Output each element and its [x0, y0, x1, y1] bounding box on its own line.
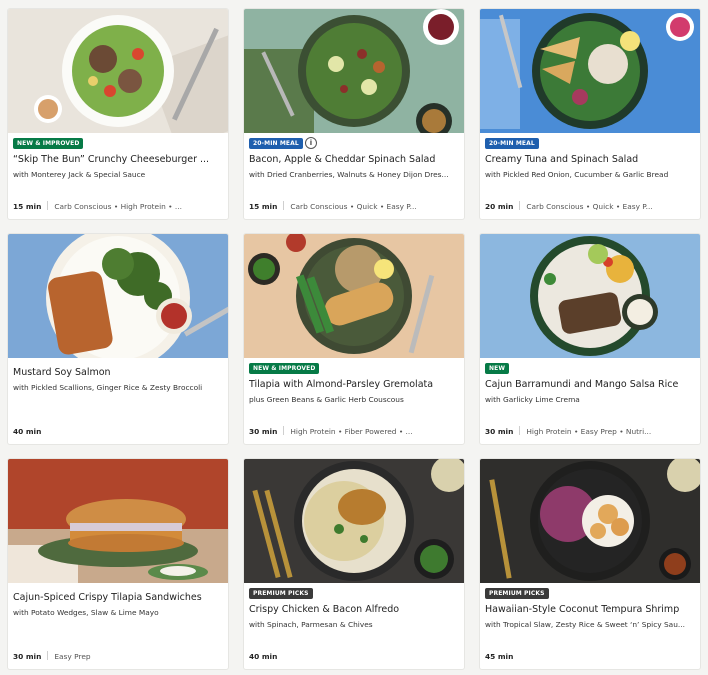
cook-time: 15 min — [249, 202, 278, 211]
cook-time: 30 min — [249, 427, 278, 436]
recipe-footer: 40 min — [13, 426, 222, 438]
recipe-subtitle: with Potato Wedges, Slaw & Lime Mayo — [13, 608, 159, 617]
recipe-tags: Carb Conscious • High Protein • ... — [54, 202, 182, 211]
recipe-image[interactable] — [8, 234, 228, 358]
recipe-subtitle: plus Green Beans & Garlic Herb Couscous — [249, 395, 404, 404]
recipe-title[interactable]: Bacon, Apple & Cheddar Spinach Salad — [249, 154, 458, 166]
divider — [283, 201, 285, 210]
recipe-tags: Carb Conscious • Quick • Easy P... — [290, 202, 417, 211]
divider — [47, 651, 49, 660]
recipe-subtitle: with Pickled Scallions, Ginger Rice & Ze… — [13, 383, 203, 392]
cook-time: 40 min — [13, 427, 42, 436]
recipe-card[interactable]: 20-MIN MEAL i Bacon, Apple & Cheddar Spi… — [244, 9, 464, 219]
recipe-card[interactable]: NEW Cajun Barramundi and Mango Salsa Ric… — [480, 234, 700, 444]
cook-time: 30 min — [485, 427, 514, 436]
recipe-title[interactable]: Cajun-Spiced Crispy Tilapia Sandwiches — [13, 592, 222, 604]
recipe-footer: 40 min — [249, 651, 458, 663]
recipe-footer: 15 min Carb Conscious • High Protein • ..… — [13, 201, 222, 213]
recipe-image[interactable] — [480, 459, 700, 583]
recipe-tags: Carb Conscious • Quick • Easy P... — [526, 202, 653, 211]
recipe-card[interactable]: 20-MIN MEAL Creamy Tuna and Spinach Sala… — [480, 9, 700, 219]
recipe-card[interactable]: PREMIUM PICKS Crispy Chicken & Bacon Alf… — [244, 459, 464, 669]
recipe-image[interactable] — [8, 459, 228, 583]
recipe-card[interactable]: PREMIUM PICKS Hawaiian-Style Coconut Tem… — [480, 459, 700, 669]
recipe-tags: High Protein • Easy Prep • Nutri... — [526, 427, 652, 436]
cook-time: 45 min — [485, 652, 514, 661]
divider — [519, 426, 521, 435]
recipe-badge: 20-MIN MEAL — [249, 138, 303, 149]
recipe-card[interactable]: NEW & IMPROVED “Skip The Bun” Crunchy Ch… — [8, 9, 228, 219]
recipe-footer: 30 min High Protein • Fiber Powered • ... — [249, 426, 458, 438]
info-icon[interactable]: i — [305, 137, 317, 149]
recipe-title[interactable]: Crispy Chicken & Bacon Alfredo — [249, 604, 458, 616]
divider — [519, 201, 521, 210]
recipe-tags: Easy Prep — [54, 652, 91, 661]
recipe-title[interactable]: “Skip The Bun” Crunchy Cheeseburger ... — [13, 154, 222, 166]
recipe-footer: 15 min Carb Conscious • Quick • Easy P... — [249, 201, 458, 213]
recipe-subtitle: with Spinach, Parmesan & Chives — [249, 620, 373, 629]
recipe-footer: 20 min Carb Conscious • Quick • Easy P... — [485, 201, 694, 213]
recipe-footer: 30 min High Protein • Easy Prep • Nutri..… — [485, 426, 694, 438]
recipe-title[interactable]: Creamy Tuna and Spinach Salad — [485, 154, 694, 166]
recipe-title[interactable]: Hawaiian-Style Coconut Tempura Shrimp — [485, 604, 694, 616]
recipe-subtitle: with Garlicky Lime Crema — [485, 395, 580, 404]
recipe-image[interactable] — [244, 234, 464, 358]
recipe-card[interactable]: Cajun-Spiced Crispy Tilapia Sandwiches w… — [8, 459, 228, 669]
cook-time: 20 min — [485, 202, 514, 211]
recipe-title[interactable]: Cajun Barramundi and Mango Salsa Rice — [485, 379, 694, 391]
cook-time: 40 min — [249, 652, 278, 661]
cook-time: 30 min — [13, 652, 42, 661]
recipe-image[interactable] — [480, 234, 700, 358]
recipe-footer: 45 min — [485, 651, 694, 663]
recipe-tags: High Protein • Fiber Powered • ... — [290, 427, 413, 436]
recipe-card[interactable]: NEW & IMPROVED Tilapia with Almond-Parsl… — [244, 234, 464, 444]
recipe-badge: PREMIUM PICKS — [249, 588, 313, 599]
recipe-badge: NEW — [485, 363, 510, 374]
recipe-image[interactable] — [8, 9, 228, 133]
recipe-title[interactable]: Tilapia with Almond-Parsley Gremolata — [249, 379, 458, 391]
recipe-title[interactable]: Mustard Soy Salmon — [13, 367, 222, 379]
recipe-badge: PREMIUM PICKS — [485, 588, 549, 599]
cook-time: 15 min — [13, 202, 42, 211]
recipe-subtitle: with Dried Cranberries, Walnuts & Honey … — [249, 170, 449, 179]
recipe-subtitle: with Pickled Red Onion, Cucumber & Garli… — [485, 170, 669, 179]
recipe-grid: NEW & IMPROVED “Skip The Bun” Crunchy Ch… — [0, 0, 708, 675]
recipe-image[interactable] — [480, 9, 700, 133]
recipe-image[interactable] — [244, 9, 464, 133]
divider — [47, 201, 49, 210]
recipe-image[interactable] — [244, 459, 464, 583]
recipe-footer: 30 min Easy Prep — [13, 651, 222, 663]
recipe-badge: 20-MIN MEAL — [485, 138, 539, 149]
recipe-subtitle: with Monterey Jack & Special Sauce — [13, 170, 146, 179]
recipe-subtitle: with Tropical Slaw, Zesty Rice & Sweet ‘… — [485, 620, 685, 629]
recipe-badge: NEW & IMPROVED — [249, 363, 320, 374]
recipe-card[interactable]: Mustard Soy Salmon with Pickled Scallion… — [8, 234, 228, 444]
divider — [283, 426, 285, 435]
recipe-badge: NEW & IMPROVED — [13, 138, 84, 149]
